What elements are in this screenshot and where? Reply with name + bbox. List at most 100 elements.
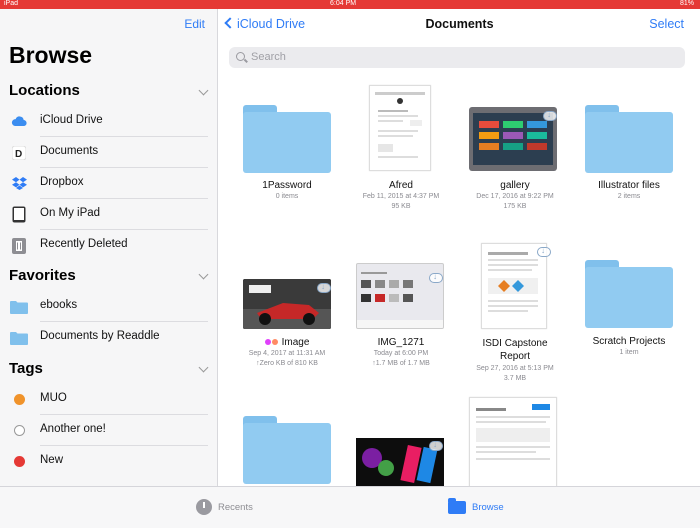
status-bar: iPad 6:04 PM 81% [0, 0, 700, 9]
item-meta: 0 items [275, 193, 299, 200]
cloud-download-icon[interactable] [317, 282, 331, 293]
grid-item-document[interactable] [455, 397, 575, 486]
cloud-icon [10, 113, 28, 130]
item-name: IMG_1271 [377, 337, 425, 348]
sidebar-item-documents[interactable]: D Documents [0, 137, 217, 168]
item-size: ↑1.7 MB of 1.7 MB [372, 360, 430, 367]
item-meta: Sep 4, 2017 at 11:31 AM [248, 350, 326, 357]
grid-item-gallery[interactable]: gallery Dec 17, 2016 at 9:22 PM 175 KB [455, 97, 575, 222]
sidebar: Edit Browse Locations iCloud Drive D Doc… [0, 9, 218, 486]
page-title: Browse [9, 42, 93, 68]
sidebar-item-label: Documents by Readdle [40, 330, 160, 342]
sidebar-item-label: Recently Deleted [40, 238, 128, 250]
grid-item-image[interactable]: Image Sep 4, 2017 at 11:31 AM ↑Zero KB o… [227, 271, 347, 381]
sidebar-item-label: MUO [40, 392, 67, 404]
item-name-row: Image [227, 337, 347, 348]
nav-title: Documents [425, 17, 494, 31]
cloud-download-icon[interactable] [537, 246, 551, 257]
item-name: 1Password [262, 180, 312, 191]
sidebar-item-label: New [40, 454, 64, 466]
sidebar-item-icloud-drive[interactable]: iCloud Drive [0, 106, 217, 137]
tags-header[interactable]: Tags [9, 360, 43, 377]
grid-item-img-1271[interactable]: IMG_1271 Today at 6:00 PM ↑1.7 MB of 1.7… [341, 263, 461, 378]
grid-item-afred[interactable]: Afred Feb 11, 2015 at 4:37 PM 95 KB [341, 85, 461, 215]
chevron-down-icon[interactable] [198, 85, 209, 96]
document-thumbnail [369, 85, 431, 171]
trash-icon [10, 237, 28, 254]
folder-icon [243, 416, 331, 484]
chevron-down-icon[interactable] [198, 362, 209, 373]
ipad-icon [10, 206, 28, 223]
documents-app-icon: D [10, 144, 28, 161]
folder-icon [10, 329, 28, 346]
item-size: 3.7 MB [503, 375, 527, 382]
tag-dot-icon [264, 339, 271, 345]
cloud-download-icon[interactable] [429, 440, 443, 451]
item-name: gallery [500, 180, 530, 191]
search-placeholder: Search [251, 51, 286, 63]
sidebar-item-dropbox[interactable]: Dropbox [0, 168, 217, 199]
status-time: 6:04 PM [330, 0, 357, 7]
tag-dot-icon [10, 453, 28, 470]
tab-browse[interactable]: Browse [448, 497, 504, 517]
sidebar-item-tag-new[interactable]: New [0, 446, 217, 477]
search-icon [236, 52, 245, 61]
edit-button[interactable]: Edit [184, 17, 205, 31]
sidebar-item-tag-another-one[interactable]: Another one! [0, 415, 217, 446]
folder-icon [10, 298, 28, 315]
select-button[interactable]: Select [649, 17, 684, 31]
folder-icon [448, 497, 466, 514]
carrier-label: iPad [4, 0, 19, 7]
sidebar-item-ebooks[interactable]: ebooks [0, 291, 217, 322]
chevron-down-icon[interactable] [198, 269, 209, 280]
sidebar-item-tag-muo[interactable]: MUO [0, 384, 217, 415]
cloud-download-icon[interactable] [543, 110, 557, 121]
item-meta: Dec 17, 2016 at 9:22 PM [476, 193, 554, 200]
sidebar-item-label: On My iPad [40, 207, 101, 219]
item-name: Image [281, 337, 310, 348]
locations-header[interactable]: Locations [9, 82, 80, 99]
tag-dot-icon [271, 339, 278, 345]
grid-item-1password[interactable]: 1Password 0 items [227, 97, 347, 207]
item-name: Afred [389, 180, 413, 191]
grid-item-scratch-projects[interactable]: Scratch Projects 1 item [569, 252, 689, 362]
sidebar-item-on-my-ipad[interactable]: On My iPad [0, 199, 217, 230]
item-meta: 2 items [617, 193, 641, 200]
tab-label: Recents [218, 501, 253, 513]
folder-icon [585, 105, 673, 173]
item-meta: Feb 11, 2015 at 4:37 PM [362, 193, 440, 200]
document-thumbnail [481, 243, 547, 329]
tag-dot-icon [10, 422, 28, 439]
clock-icon [196, 499, 212, 515]
tab-label: Browse [472, 501, 504, 513]
tag-dot-icon [10, 391, 28, 408]
cloud-download-icon[interactable] [429, 272, 443, 283]
dropbox-icon [10, 175, 28, 192]
sidebar-item-documents-by-readdle[interactable]: Documents by Readdle [0, 322, 217, 353]
grid-item-folder[interactable] [227, 409, 347, 486]
item-size: 175 KB [503, 203, 527, 210]
sidebar-item-label: ebooks [40, 299, 78, 311]
sidebar-item-label: Another one! [40, 423, 106, 435]
document-thumbnail [469, 397, 557, 486]
battery-label: 81% [679, 0, 694, 7]
item-meta: Today at 6:00 PM [373, 350, 429, 357]
search-input[interactable]: Search [229, 47, 685, 68]
item-name: Illustrator files [598, 180, 660, 191]
item-meta: Sep 27, 2016 at 5:13 PM [476, 365, 554, 372]
item-meta: 1 item [619, 349, 639, 356]
tab-recents[interactable]: Recents [196, 497, 253, 517]
grid-item-illustrator-files[interactable]: Illustrator files 2 items [569, 97, 689, 207]
sidebar-item-recently-deleted[interactable]: Recently Deleted [0, 230, 217, 261]
svg-text:D: D [15, 149, 22, 160]
folder-icon [243, 105, 331, 173]
item-name: Scratch Projects [592, 336, 666, 347]
favorites-header[interactable]: Favorites [9, 267, 76, 284]
documents-browser: iCloud Drive Documents Select Search 1Pa… [219, 9, 700, 486]
grid-item-isdi-capstone-report[interactable]: ISDI Capstone Report Sep 27, 2016 at 5:1… [455, 243, 575, 393]
item-size: ↑Zero KB of 810 KB [256, 360, 318, 367]
sidebar-item-label: Dropbox [40, 176, 84, 188]
sidebar-item-label: iCloud Drive [40, 114, 103, 126]
grid-item-photo[interactable] [341, 435, 461, 486]
tab-bar: Recents Browse [0, 486, 700, 528]
